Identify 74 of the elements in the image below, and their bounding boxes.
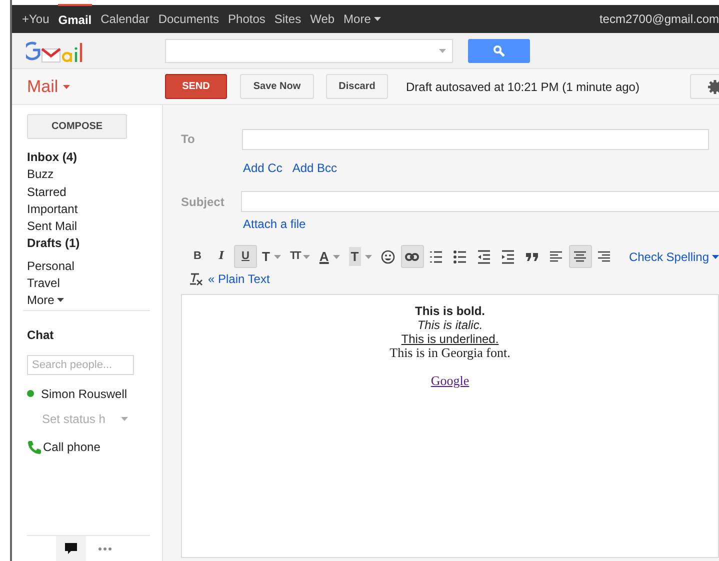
add-cc-link[interactable]: Add Cc: [243, 159, 282, 177]
bold-button[interactable]: B: [186, 245, 209, 268]
search-icon: [493, 44, 505, 56]
numbered-list-icon: [429, 250, 444, 264]
to-label: To: [181, 131, 196, 148]
body-text: This is underlined.: [401, 332, 499, 346]
chat-heading: Chat: [27, 326, 55, 344]
align-left-icon: [549, 250, 564, 264]
speech-bubble-icon: [65, 543, 77, 554]
align-center-icon: [573, 250, 588, 264]
bulleted-list-icon: [453, 250, 468, 264]
compose-button[interactable]: COMPOSE: [27, 114, 127, 139]
italic-button[interactable]: I: [210, 245, 233, 268]
link[interactable]: Google: [430, 374, 470, 388]
save-now-button[interactable]: Save Now: [240, 74, 314, 99]
align-center-button[interactable]: [568, 245, 592, 268]
body-text: This is bold.: [414, 304, 485, 318]
top-bar-link[interactable]: More: [344, 5, 381, 33]
send-button[interactable]: SEND: [165, 74, 227, 99]
search-people-field[interactable]: Search people...: [27, 354, 134, 375]
sidebar-item[interactable]: Sent Mail: [27, 218, 150, 236]
sidebar-item[interactable]: Important: [27, 200, 150, 218]
indent-icon: [501, 250, 516, 264]
message-body-editor[interactable]: This is bold. This is italic. This is underlined. This is in Georgia font. Google: [181, 294, 719, 558]
settings-button[interactable]: [690, 74, 719, 99]
chat-button[interactable]: [56, 536, 86, 561]
phone-icon: [27, 440, 41, 454]
top-bar-link[interactable]: Calendar: [100, 5, 150, 33]
top-bar-link[interactable]: Documents: [158, 5, 220, 33]
to-field[interactable]: [242, 129, 709, 150]
account-email[interactable]: tecm2700@gmail.com: [599, 10, 719, 28]
search-button[interactable]: [468, 38, 530, 62]
search-field[interactable]: [165, 38, 453, 62]
caret-icon: [57, 298, 64, 302]
discard-button[interactable]: Discard: [326, 74, 388, 99]
caret-icon: [439, 48, 446, 52]
plain-text-link[interactable]: « Plain Text: [208, 270, 270, 288]
sidebar-item[interactable]: Buzz: [27, 166, 150, 184]
outdent-icon: [477, 250, 492, 264]
top-bar-link[interactable]: Web: [310, 5, 335, 33]
attach-file-link[interactable]: Attach a file: [243, 215, 306, 233]
align-right-icon: [597, 250, 612, 264]
top-bar-link[interactable]: Sites: [274, 5, 302, 33]
subject-label: Subject: [181, 194, 226, 210]
contact-name[interactable]: Simon Rouswell: [41, 384, 128, 403]
caret-icon: [63, 84, 70, 88]
top-bar-link[interactable]: +You: [22, 5, 50, 33]
mail-menu[interactable]: Mail: [12, 74, 165, 100]
label-item[interactable]: Travel: [27, 274, 150, 292]
more-labels-link[interactable]: More: [27, 292, 64, 308]
body-text: This is italic.: [417, 318, 483, 332]
add-bcc-link[interactable]: Add Bcc: [292, 159, 338, 177]
smiley-icon: [381, 250, 396, 264]
underline-button[interactable]: U: [234, 245, 257, 268]
call-phone-link[interactable]: Call phone: [43, 438, 100, 456]
top-bar-link[interactable]: Photos: [228, 5, 266, 33]
font-button[interactable]: T: [258, 245, 285, 268]
link-button[interactable]: [400, 245, 424, 268]
text-color-button[interactable]: A: [315, 245, 344, 268]
caret-icon: [121, 416, 128, 421]
sidebar-item[interactable]: Starred: [27, 184, 150, 201]
autosave-status: Draft autosaved at 10:21 PM (1 minute ago): [406, 78, 640, 96]
more-icon: [98, 546, 112, 550]
check-spelling-link[interactable]: Check Spelling: [628, 248, 719, 266]
caret-icon: [712, 254, 719, 258]
clear-formatting-icon: [189, 272, 203, 286]
body-text: This is in Georgia font.: [390, 346, 510, 360]
highlight-button[interactable]: T: [344, 245, 376, 268]
sidebar-item[interactable]: Drafts (1): [27, 235, 150, 253]
label-item[interactable]: Personal: [27, 258, 150, 275]
sidebar-item[interactable]: Inbox (4): [27, 149, 150, 166]
font-size-button[interactable]: TT: [286, 245, 314, 268]
settings-icon: [707, 78, 719, 94]
subject-field[interactable]: [241, 191, 719, 212]
